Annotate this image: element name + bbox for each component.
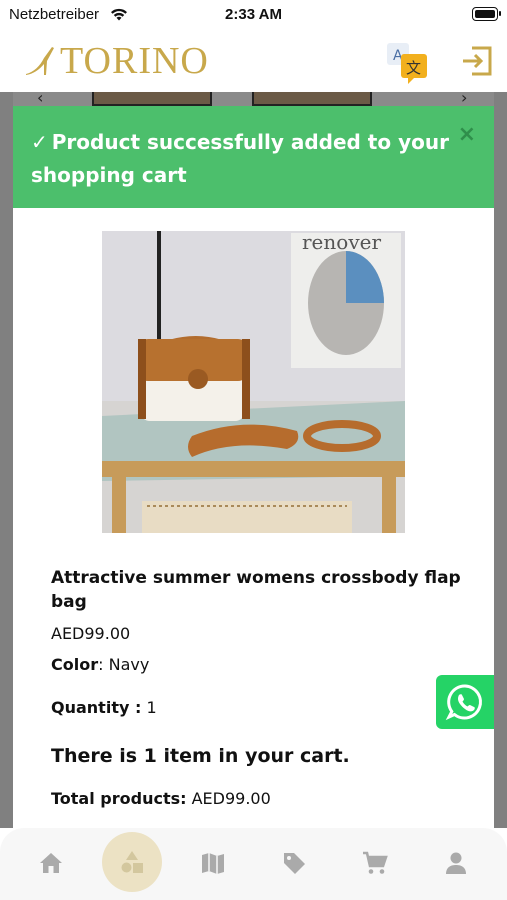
logo-text: TORINO	[60, 40, 209, 82]
background-thumbnail	[252, 92, 372, 106]
exit-button[interactable]	[460, 44, 494, 78]
check-icon: ✓	[31, 130, 48, 154]
total-label: Total products:	[51, 789, 187, 808]
product-color: Color: Navy	[51, 655, 150, 674]
categories-icon	[121, 851, 143, 873]
brand-logo[interactable]: TORINO	[24, 40, 209, 82]
background-thumbnail	[92, 92, 212, 106]
home-icon[interactable]	[38, 850, 64, 876]
nav-categories[interactable]	[102, 832, 162, 892]
product-photo: renover	[102, 231, 405, 533]
svg-text:文: 文	[406, 59, 421, 77]
status-bar: Netzbetreiber 2:33 AM	[0, 0, 507, 30]
poster-text: renover	[302, 231, 381, 254]
product-quantity: Quantity : 1	[51, 698, 157, 717]
product-title: Attractive summer womens crossbody flap …	[51, 568, 461, 612]
exit-icon	[463, 46, 492, 76]
overlay-backdrop	[0, 92, 13, 828]
map-icon[interactable]	[200, 850, 226, 876]
whatsapp-icon	[445, 684, 482, 721]
quantity-value: 1	[146, 698, 157, 717]
whatsapp-button[interactable]	[436, 675, 494, 729]
color-value: Navy	[108, 655, 150, 674]
bottom-navigation	[0, 828, 507, 900]
high-heel-icon	[26, 47, 54, 75]
success-alert: ✓ Product successfully added to your shop…	[13, 106, 494, 208]
color-label: Color	[51, 655, 99, 674]
app-header: TORINO A 文	[0, 30, 507, 92]
overlay-backdrop	[494, 92, 507, 828]
alert-message: Product successfully added to your shopp…	[31, 130, 449, 187]
clock: 2:33 AM	[225, 6, 282, 23]
cart-modal: ✓ Product successfully added to your shop…	[13, 106, 494, 828]
translate-button[interactable]: A 文	[384, 40, 432, 84]
tag-icon[interactable]	[281, 850, 307, 876]
product-image: renover	[102, 231, 405, 533]
quantity-label: Quantity :	[51, 698, 142, 717]
translate-icon: A 文	[387, 43, 427, 84]
chevron-left-icon: ‹	[37, 88, 44, 107]
cart-icon[interactable]	[362, 850, 388, 876]
battery-icon	[472, 7, 501, 21]
close-icon[interactable]: ×	[458, 124, 476, 146]
chevron-right-icon: ›	[461, 88, 468, 107]
total-value: AED99.00	[191, 789, 271, 808]
product-price: AED99.00	[51, 624, 131, 643]
cart-summary: There is 1 item in your cart.	[51, 745, 350, 767]
cart-total: Total products: AED99.00	[51, 789, 271, 808]
user-icon[interactable]	[443, 850, 469, 876]
